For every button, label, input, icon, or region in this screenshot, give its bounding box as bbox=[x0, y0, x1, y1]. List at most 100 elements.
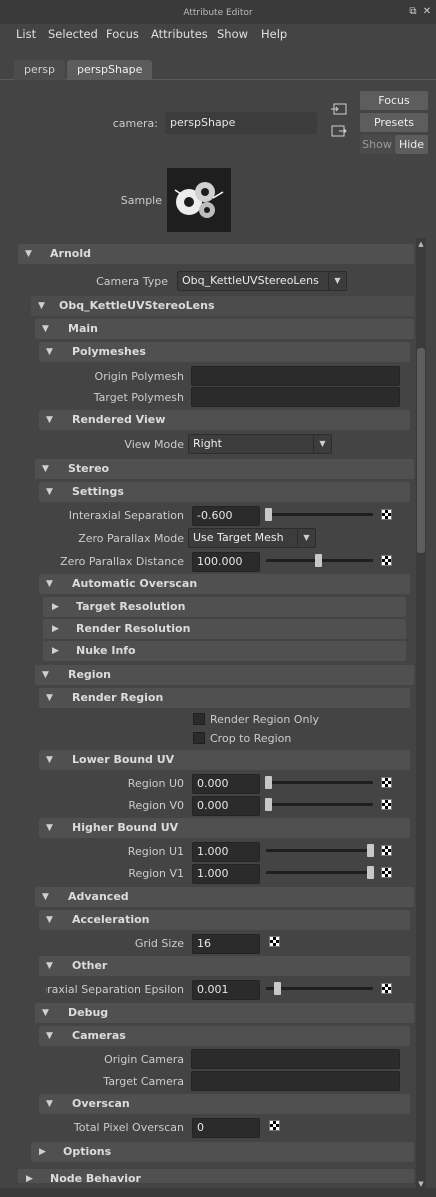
horizontal-scrollbar[interactable] bbox=[0, 1188, 436, 1197]
crop-to-region-checkbox[interactable] bbox=[193, 732, 205, 744]
region-u1-slider[interactable] bbox=[266, 849, 373, 852]
zero-parallax-mode-dropdown[interactable]: Use Target Mesh ▼ bbox=[188, 528, 316, 548]
chevron-down-icon: ▼ bbox=[328, 272, 346, 290]
region-v0-slider[interactable] bbox=[266, 803, 373, 806]
menu-help[interactable]: Help bbox=[261, 27, 287, 41]
chevron-down-icon: ▼ bbox=[297, 529, 315, 547]
region-v1-field[interactable]: 1.000 bbox=[192, 864, 260, 884]
section-lower-bound-uv[interactable]: ▼ Lower Bound UV bbox=[39, 750, 410, 770]
map-button-icon[interactable] bbox=[381, 867, 392, 878]
close-icon[interactable]: ✕ bbox=[422, 7, 432, 17]
interaxial-separation-epsilon-field[interactable]: 0.001 bbox=[192, 980, 260, 1000]
map-button-icon[interactable] bbox=[381, 799, 392, 810]
target-polymesh-field[interactable] bbox=[191, 387, 400, 407]
section-arnold[interactable]: ▼ Arnold bbox=[18, 244, 414, 264]
region-v1-thumb[interactable] bbox=[367, 866, 374, 879]
interaxial-separation-thumb[interactable] bbox=[265, 508, 272, 521]
hide-button[interactable]: Hide bbox=[395, 135, 428, 154]
map-button-icon[interactable] bbox=[381, 509, 392, 520]
menu-attributes[interactable]: Attributes bbox=[151, 27, 208, 41]
origin-camera-field[interactable] bbox=[191, 1049, 400, 1069]
collapse-arrow-icon: ▼ bbox=[46, 487, 53, 497]
region-v0-field[interactable]: 0.000 bbox=[192, 796, 260, 816]
scroll-up-icon[interactable]: ▲ bbox=[417, 240, 425, 248]
zero-parallax-distance-field[interactable]: 100.000 bbox=[192, 552, 260, 572]
zero-parallax-mode-label: Zero Parallax Mode bbox=[78, 532, 184, 545]
menu-show[interactable]: Show bbox=[217, 27, 248, 41]
presets-button[interactable]: Presets bbox=[360, 113, 428, 132]
expand-arrow-icon: ▶ bbox=[39, 1147, 46, 1157]
map-button-icon[interactable] bbox=[269, 936, 280, 947]
section-target-resolution[interactable]: ▶ Target Resolution bbox=[43, 597, 406, 617]
show-button[interactable]: Show bbox=[360, 135, 394, 154]
crop-to-region-label: Crop to Region bbox=[210, 732, 292, 745]
camera-label: camera: bbox=[112, 117, 158, 130]
menu-focus[interactable]: Focus bbox=[106, 27, 139, 41]
go-to-output-icon[interactable] bbox=[331, 124, 347, 138]
scroll-down-icon[interactable]: ▼ bbox=[417, 1180, 425, 1188]
tab-perspshape[interactable]: perspShape bbox=[67, 60, 153, 81]
map-button-icon[interactable] bbox=[381, 555, 392, 566]
section-other[interactable]: ▼ Other bbox=[39, 956, 410, 976]
region-u0-thumb[interactable] bbox=[265, 776, 272, 789]
section-settings[interactable]: ▼ Settings bbox=[39, 482, 410, 502]
epsilon-label-clip: Interaxial Separation Epsilon bbox=[46, 978, 184, 996]
camera-type-value: Obq_KettleUVStereoLens bbox=[182, 274, 319, 287]
section-acceleration[interactable]: ▼ Acceleration bbox=[39, 910, 410, 930]
section-stereo[interactable]: ▼ Stereo bbox=[35, 459, 414, 479]
section-render-resolution[interactable]: ▶ Render Resolution bbox=[43, 619, 406, 639]
section-region[interactable]: ▼ Region bbox=[35, 665, 414, 685]
region-u0-slider[interactable] bbox=[266, 781, 373, 784]
section-debug[interactable]: ▼ Debug bbox=[35, 1003, 414, 1023]
camera-type-dropdown[interactable]: Obq_KettleUVStereoLens ▼ bbox=[177, 271, 347, 291]
section-advanced[interactable]: ▼ Advanced bbox=[35, 887, 414, 907]
tab-persp[interactable]: persp bbox=[14, 60, 65, 81]
section-render-region[interactable]: ▼ Render Region bbox=[39, 688, 410, 708]
render-region-only-label: Render Region Only bbox=[210, 713, 320, 726]
region-v0-thumb[interactable] bbox=[265, 798, 272, 811]
section-nuke-info[interactable]: ▶ Nuke Info bbox=[43, 641, 406, 661]
region-u1-field[interactable]: 1.000 bbox=[192, 842, 260, 862]
collapse-arrow-icon: ▼ bbox=[46, 415, 53, 425]
section-options[interactable]: ▶ Options bbox=[31, 1142, 414, 1162]
node-name-field[interactable]: perspShape bbox=[165, 112, 317, 134]
region-v1-slider[interactable] bbox=[266, 871, 373, 874]
interaxial-separation-slider[interactable] bbox=[266, 513, 373, 516]
section-polymeshes[interactable]: ▼ Polymeshes bbox=[39, 342, 410, 362]
section-cameras[interactable]: ▼ Cameras bbox=[39, 1026, 410, 1046]
view-mode-dropdown[interactable]: Right ▼ bbox=[188, 434, 332, 454]
expand-arrow-icon: ▶ bbox=[52, 624, 59, 634]
render-region-only-checkbox[interactable] bbox=[193, 713, 205, 725]
section-rendered-view[interactable]: ▼ Rendered View bbox=[39, 410, 410, 430]
region-u0-field[interactable]: 0.000 bbox=[192, 774, 260, 794]
go-to-input-icon[interactable] bbox=[331, 102, 347, 116]
interaxial-separation-field[interactable]: -0.600 bbox=[192, 506, 260, 526]
total-pixel-overscan-field[interactable]: 0 bbox=[192, 1118, 260, 1138]
zero-parallax-distance-thumb[interactable] bbox=[315, 554, 322, 567]
section-overscan[interactable]: ▼ Overscan bbox=[39, 1094, 410, 1114]
origin-polymesh-field[interactable] bbox=[191, 366, 400, 386]
section-automatic-overscan[interactable]: ▼ Automatic Overscan bbox=[39, 574, 410, 594]
region-u1-thumb[interactable] bbox=[367, 844, 374, 857]
section-higher-bound-uv[interactable]: ▼ Higher Bound UV bbox=[39, 818, 410, 838]
map-button-icon[interactable] bbox=[381, 845, 392, 856]
interaxial-separation-epsilon-slider[interactable] bbox=[266, 987, 373, 990]
menu-list[interactable]: List bbox=[16, 27, 36, 41]
collapse-arrow-icon: ▼ bbox=[46, 347, 53, 357]
zero-parallax-distance-label: Zero Parallax Distance bbox=[60, 555, 184, 568]
section-node-behavior[interactable]: ▶ Node Behavior bbox=[18, 1169, 414, 1183]
focus-button[interactable]: Focus bbox=[360, 91, 428, 110]
map-button-icon[interactable] bbox=[269, 1120, 280, 1131]
map-button-icon[interactable] bbox=[381, 777, 392, 788]
menu-selected[interactable]: Selected bbox=[48, 27, 98, 41]
total-pixel-overscan-label: Total Pixel Overscan bbox=[73, 1121, 184, 1134]
float-window-icon[interactable]: ⧉ bbox=[408, 7, 418, 17]
map-button-icon[interactable] bbox=[381, 983, 392, 994]
scrollbar-thumb[interactable] bbox=[417, 348, 425, 553]
interaxial-separation-epsilon-thumb[interactable] bbox=[274, 982, 281, 995]
collapse-arrow-icon: ▼ bbox=[46, 693, 53, 703]
target-camera-field[interactable] bbox=[191, 1071, 400, 1091]
section-main[interactable]: ▼ Main bbox=[35, 319, 414, 339]
grid-size-field[interactable]: 16 bbox=[192, 934, 260, 954]
section-lens[interactable]: ▼ Obq_KettleUVStereoLens bbox=[31, 296, 414, 316]
